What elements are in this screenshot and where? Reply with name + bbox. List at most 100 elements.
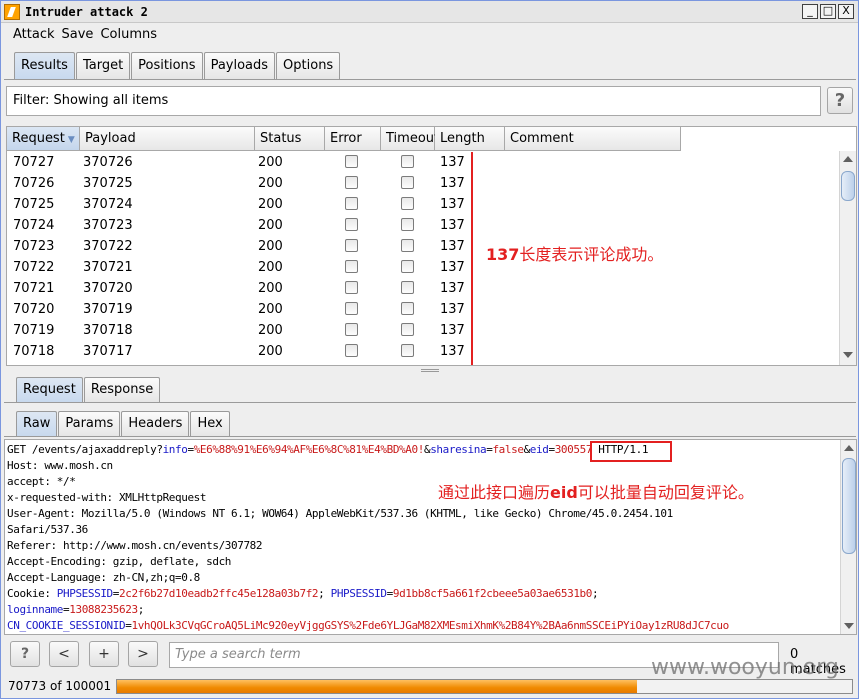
title-bar[interactable]: Intruder attack 2 _ □ X (1, 1, 858, 23)
cell-status: 200 (258, 323, 283, 338)
cell-length: 137 (440, 260, 465, 275)
timeout-checkbox (401, 260, 414, 273)
param-eid-name: eid (529, 443, 549, 456)
error-checkbox (345, 260, 358, 273)
wooyun-watermark: www.wooyun.org (651, 655, 839, 680)
table-row[interactable]: 70721 370720 200 137 (7, 278, 682, 299)
cookie-name: loginname (7, 603, 64, 616)
next-match-button[interactable]: > (128, 641, 158, 667)
add-search-button[interactable]: + (89, 641, 119, 667)
cell-request: 70727 (13, 155, 55, 170)
table-row[interactable]: 70724 370723 200 137 (7, 215, 682, 236)
error-checkbox (345, 344, 358, 357)
timeout-checkbox (401, 197, 414, 210)
previous-match-button[interactable]: < (49, 641, 79, 667)
table-scrollbar[interactable] (839, 151, 856, 365)
pane-splitter-handle[interactable] (421, 369, 439, 372)
column-header-request[interactable]: Request ▼ (7, 127, 80, 151)
cookie-name: PHPSESSID (56, 587, 113, 600)
raw-request-editor[interactable]: GET /events/ajaxaddreply?info=%E6%88%91%… (4, 439, 857, 635)
header-line: accept: */* (7, 475, 76, 488)
timeout-checkbox (401, 239, 414, 252)
editor-scrollbar[interactable] (840, 440, 856, 634)
length-annotation-value: 137 (486, 245, 520, 264)
cell-request: 70722 (13, 260, 55, 275)
editor-help-button[interactable]: ? (10, 641, 40, 667)
close-button[interactable]: X (838, 4, 854, 19)
header-line: Accept-Encoding: gzip, deflate, sdch (7, 555, 232, 568)
error-checkbox (345, 155, 358, 168)
param-info-name: info (162, 443, 188, 456)
tab-response[interactable]: Response (83, 377, 161, 402)
table-row[interactable]: 70727 370726 200 137 (7, 152, 682, 173)
tab-params[interactable]: Params (58, 411, 121, 436)
header-line: Safari/537.36 (7, 523, 88, 536)
column-header-error[interactable]: Error (325, 127, 381, 151)
editor-scroll-thumb[interactable] (842, 458, 856, 554)
header-line: Host: www.mosh.cn (7, 459, 113, 472)
error-checkbox (345, 302, 358, 315)
error-checkbox (345, 281, 358, 294)
table-row[interactable]: 70720 370719 200 137 (7, 299, 682, 320)
table-row[interactable]: 70726 370725 200 137 (7, 173, 682, 194)
tab-headers[interactable]: Headers (121, 411, 190, 436)
cell-status: 200 (258, 197, 283, 212)
param-info-value: %E6%88%91%E6%94%AF%E6%8C%81%E4%BD%A0! (193, 443, 425, 456)
timeout-checkbox (401, 281, 414, 294)
column-header-comment[interactable]: Comment (505, 127, 681, 151)
scroll-down-icon[interactable] (843, 352, 853, 358)
eid-annotation: 通过此接口遍历eid可以批量自动回复评论。 (438, 479, 754, 503)
menu-attack[interactable]: Attack (13, 27, 55, 42)
timeout-checkbox (401, 302, 414, 315)
cell-payload: 370721 (83, 260, 133, 275)
table-row[interactable]: 70719 370718 200 137 (7, 320, 682, 341)
cell-request: 70719 (13, 323, 55, 338)
length-annotation: 137长度表示评论成功。 (486, 241, 663, 265)
scroll-up-icon[interactable] (843, 156, 853, 162)
cell-length: 137 (440, 344, 465, 359)
tab-results[interactable]: Results (14, 52, 75, 79)
error-checkbox (345, 239, 358, 252)
column-header-status[interactable]: Status (255, 127, 325, 151)
eid-annotation-keyword: eid (550, 483, 578, 502)
error-checkbox (345, 218, 358, 231)
cell-length: 137 (440, 197, 465, 212)
table-scroll-thumb[interactable] (841, 171, 855, 201)
column-header-length[interactable]: Length (435, 127, 505, 151)
cookie-line: loginname=13088235623; (7, 603, 144, 616)
param-eid-value: 300557 (554, 443, 593, 456)
scroll-down-icon[interactable] (844, 623, 854, 629)
maximize-button[interactable]: □ (820, 4, 836, 19)
eid-annotation-text: 通过此接口遍历 (438, 483, 551, 502)
cell-length: 137 (440, 155, 465, 170)
timeout-checkbox (401, 155, 414, 168)
minimize-button[interactable]: _ (802, 4, 818, 19)
column-header-payload[interactable]: Payload (80, 127, 255, 151)
cell-status: 200 (258, 176, 283, 191)
error-checkbox (345, 323, 358, 336)
table-row[interactable]: 70718 370717 200 137 (7, 341, 682, 362)
tab-hex[interactable]: Hex (190, 411, 230, 436)
tab-payloads[interactable]: Payloads (203, 52, 276, 79)
scroll-up-icon[interactable] (844, 445, 854, 451)
menu-columns[interactable]: Columns (100, 27, 157, 42)
message-tab-divider (4, 402, 856, 403)
cookie-value: 13088235623 (69, 603, 138, 616)
cookie-line: Cookie: PHPSESSID=2c2f6b27d10eadb2ffc45e… (7, 587, 599, 600)
intruder-window: Intruder attack 2 _ □ X Attack Save Colu… (0, 0, 859, 699)
filter-bar[interactable]: Filter: Showing all items (6, 86, 821, 116)
tab-request[interactable]: Request (16, 377, 83, 402)
main-tabs: Results Target Positions Payloads Option… (14, 52, 341, 79)
column-header-timeout[interactable]: Timeout (381, 127, 439, 151)
timeout-checkbox (401, 176, 414, 189)
table-row[interactable]: 70725 370724 200 137 (7, 194, 682, 215)
view-tabs: Raw Params Headers Hex (16, 411, 231, 436)
cookie-terminator: ; (591, 587, 599, 600)
tab-target[interactable]: Target (75, 52, 131, 79)
tab-positions[interactable]: Positions (131, 52, 203, 79)
tab-raw[interactable]: Raw (16, 411, 58, 436)
cell-payload: 370726 (83, 155, 133, 170)
tab-options[interactable]: Options (276, 52, 341, 79)
menu-save[interactable]: Save (62, 27, 94, 42)
filter-help-button[interactable]: ? (827, 87, 853, 114)
